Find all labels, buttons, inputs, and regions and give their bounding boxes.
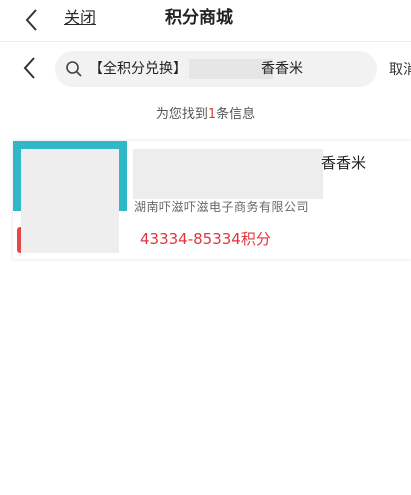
search-back-button[interactable] — [20, 54, 40, 82]
search-query-prefix: 【全积分兑换】 — [89, 61, 187, 77]
merchant-name: 湖南吓滋吓滋电子商务有限公司 — [134, 200, 310, 214]
chevron-left-icon — [25, 9, 37, 31]
redacted-image — [21, 149, 119, 253]
search-query-suffix: 香香米 — [261, 61, 303, 77]
back-button[interactable] — [22, 6, 42, 34]
redacted-region — [133, 149, 323, 199]
page-title: 积分商城 — [165, 8, 233, 28]
top-navigation-bar: 关闭 积分商城 — [0, 0, 411, 42]
result-count: 1 — [207, 107, 217, 122]
cancel-button[interactable]: 取消 — [389, 61, 411, 79]
product-name: 香香米 — [321, 154, 367, 172]
chevron-left-icon — [23, 57, 35, 79]
result-count-info: 为您找到1条信息 — [0, 106, 411, 124]
search-input[interactable]: 【全积分兑换】 香香米 — [55, 51, 377, 87]
search-icon — [66, 61, 82, 77]
close-link[interactable]: 关闭 — [64, 8, 96, 28]
result-info-suffix: 条信息 — [216, 107, 256, 122]
product-card[interactable]: 香香米 湖南吓滋吓滋电子商务有限公司 43334-85334积分 — [13, 141, 411, 259]
search-row: 【全积分兑换】 香香米 取消 — [0, 42, 411, 98]
points-price: 43334-85334积分 — [140, 230, 271, 248]
result-info-prefix: 为您找到 — [155, 107, 208, 122]
product-thumbnail — [13, 141, 127, 258]
